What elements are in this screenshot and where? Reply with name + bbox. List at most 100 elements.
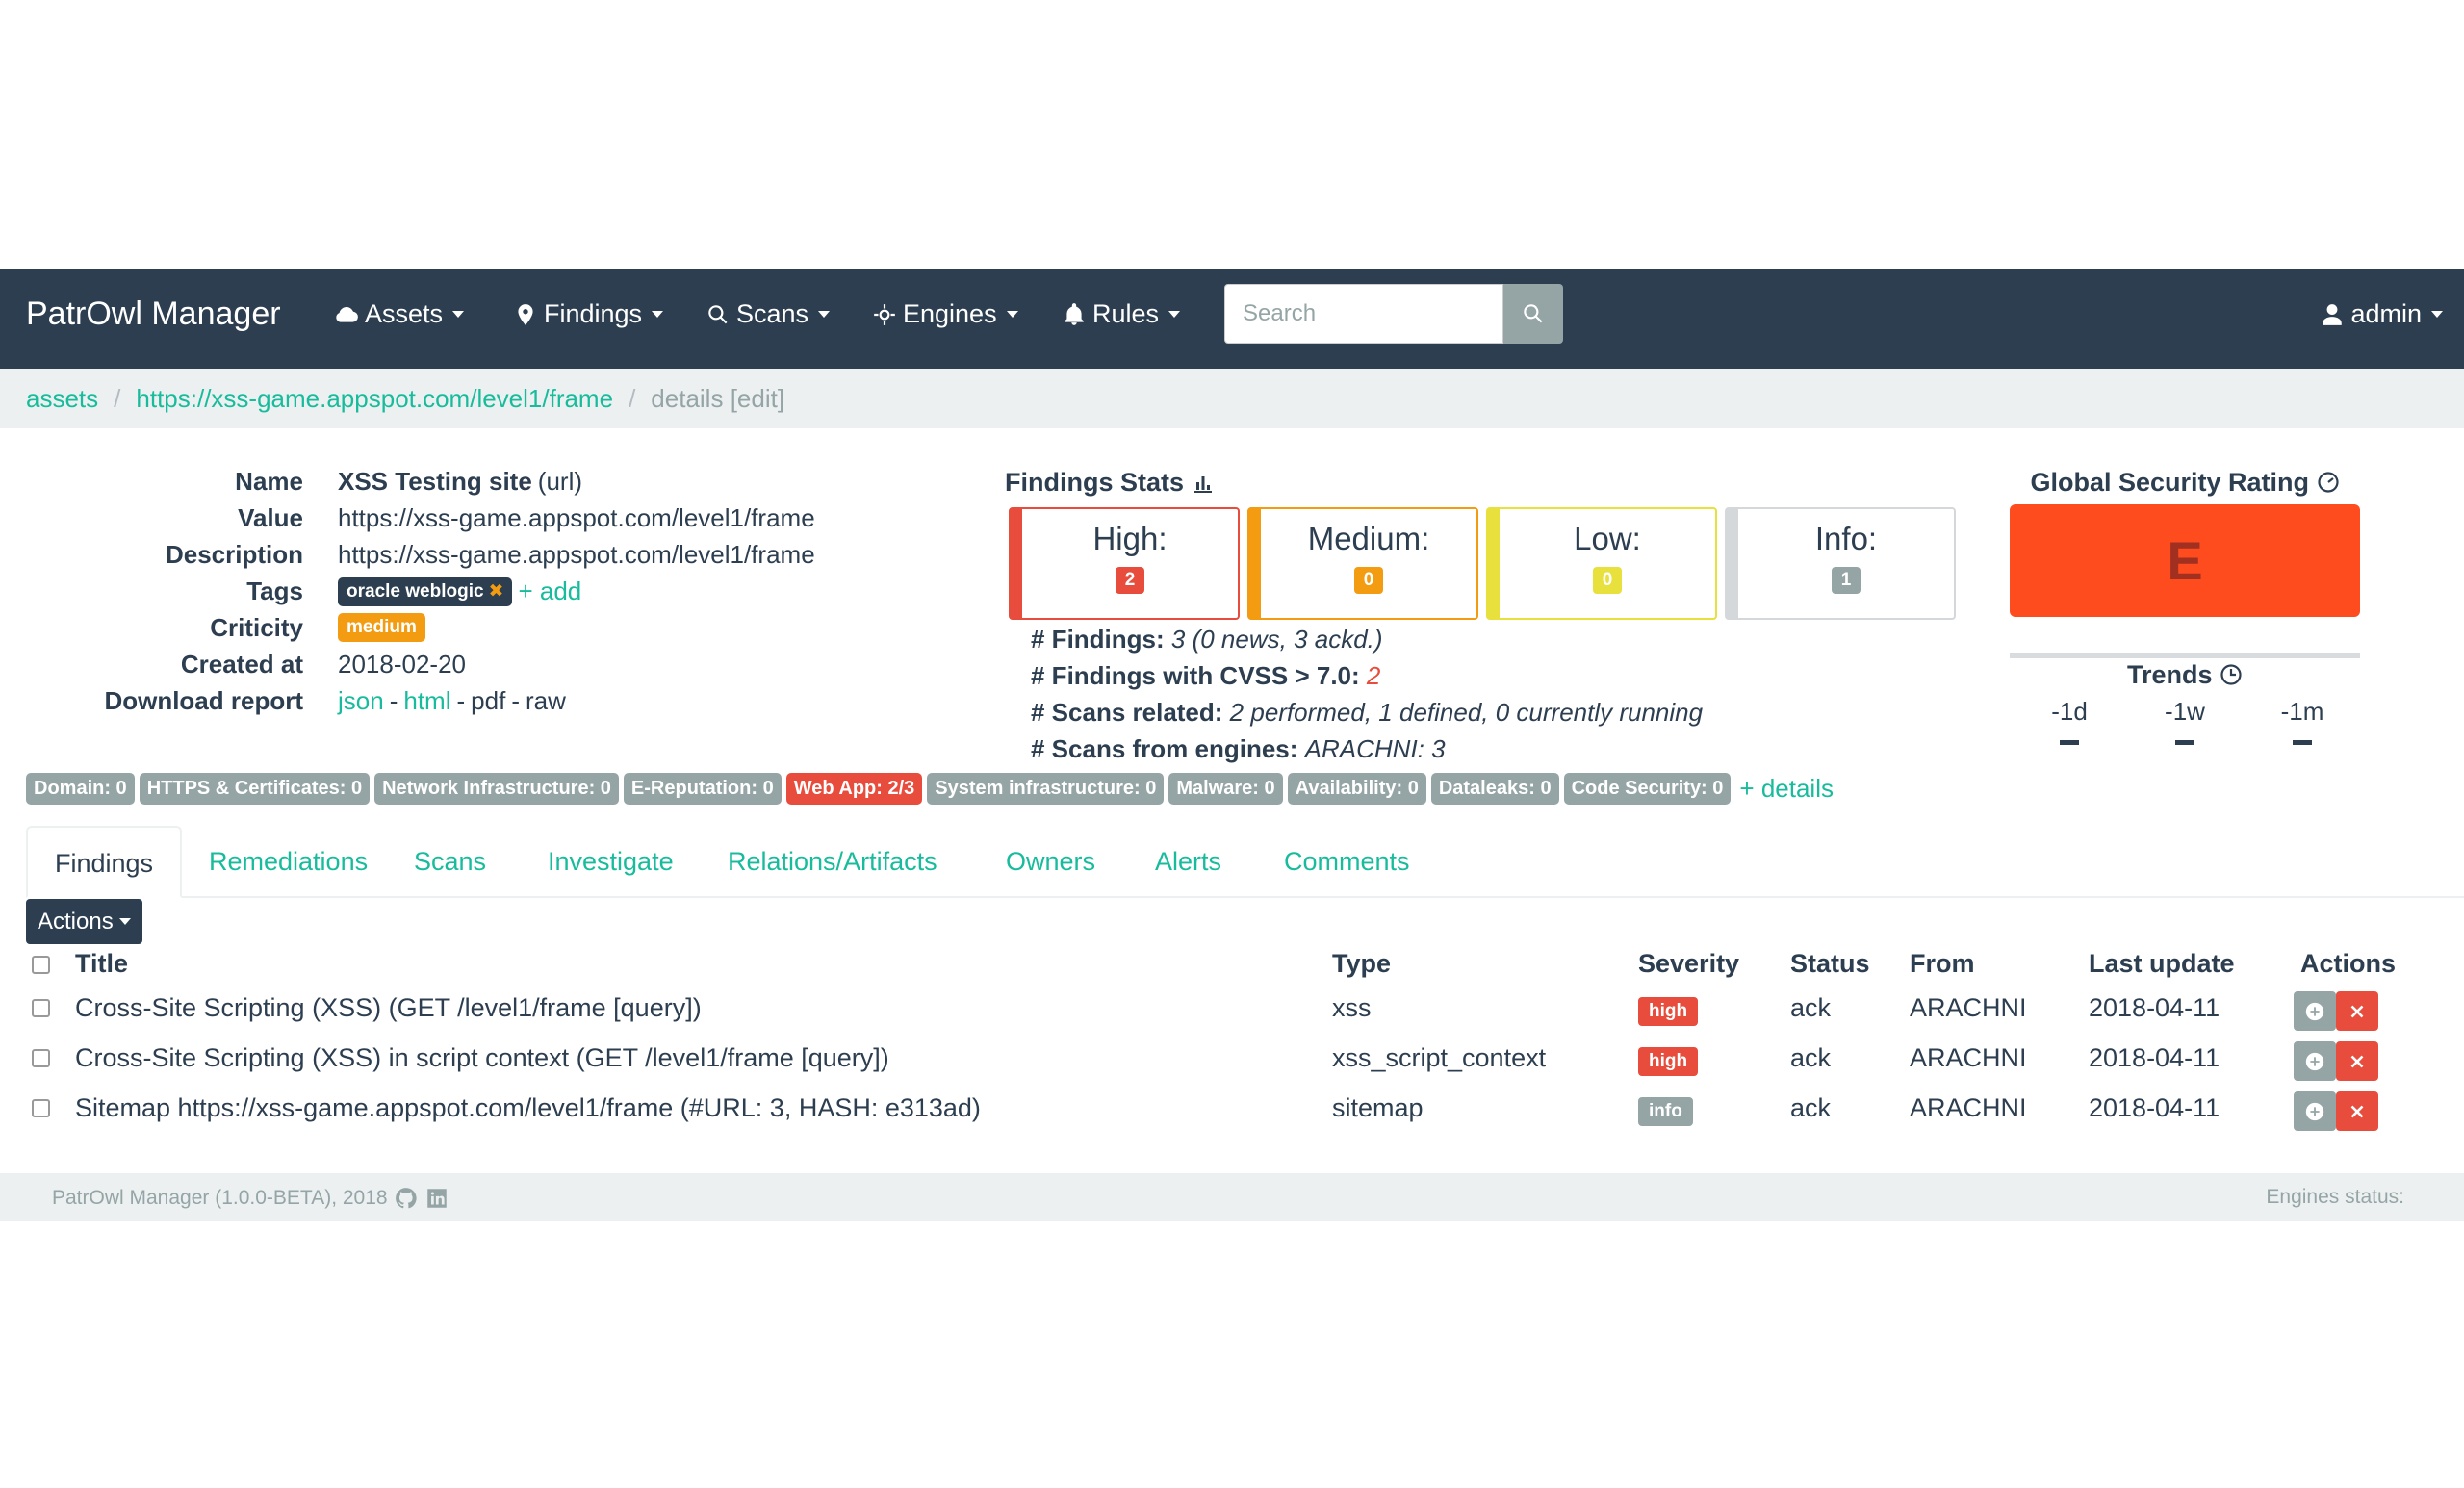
report-html-link[interactable]: html (403, 686, 450, 716)
caret-down-icon (1006, 311, 1018, 318)
tab-owners[interactable]: Owners (979, 826, 1122, 898)
tab-investigate[interactable]: Investigate (521, 826, 701, 898)
tab-findings[interactable]: Findings (26, 826, 183, 898)
footer: PatrOwl Manager (1.0.0-BETA), 2018 Engin… (0, 1173, 2464, 1221)
asset-created-at: 2018-02-20 (338, 650, 466, 679)
category-badge-codesecurity: Code Security: 0 (1563, 773, 1732, 805)
tag-label: oracle weblogic (346, 580, 484, 602)
delete-button[interactable] (2336, 991, 2378, 1031)
nav-assets[interactable]: Assets (334, 299, 465, 329)
nav-engines[interactable]: Engines (872, 299, 1018, 329)
asset-value: https://xss-game.appspot.com/level1/fram… (338, 503, 815, 532)
tag-remove-icon[interactable]: ✖ (489, 581, 504, 602)
user-icon (2323, 303, 2343, 325)
add-button[interactable] (2294, 1091, 2336, 1131)
add-button[interactable] (2294, 1041, 2336, 1081)
nav-scans-label: Scans (736, 299, 809, 328)
security-rating-grade: E (2010, 504, 2360, 617)
plus-circle-icon (2305, 1052, 2324, 1070)
caret-down-icon (2431, 311, 2443, 318)
engines-status: Engines status: (2266, 1186, 2404, 1208)
trend-label: -1m (2280, 697, 2324, 726)
nav-scans[interactable]: Scans (706, 299, 831, 329)
select-all-checkbox[interactable] (32, 956, 50, 974)
stat-box-medium[interactable]: Medium: 0 (1247, 507, 1478, 620)
stat-line-scans-engines: # Scans from engines: ARACHNI: 3 (1031, 734, 1446, 764)
finding-title-link[interactable]: Cross-Site Scripting (XSS) in script con… (75, 1043, 889, 1073)
nav-findings[interactable]: Findings (513, 299, 664, 329)
category-badge-malware: Malware: 0 (1168, 773, 1283, 805)
finding-title-link[interactable]: Sitemap https://xss-game.appspot.com/lev… (75, 1093, 981, 1123)
nav-rules-label: Rules (1092, 299, 1160, 328)
tab-alerts[interactable]: Alerts (1128, 826, 1248, 898)
stat-line-value: 2 performed, 1 defined, 0 currently runn… (1229, 698, 1704, 727)
row-checkbox[interactable] (32, 1099, 50, 1117)
header-status[interactable]: Status (1790, 949, 1870, 979)
actions-dropdown-button[interactable]: Actions (26, 899, 142, 944)
breadcrumb-asset-link[interactable]: https://xss-game.appspot.com/level1/fram… (136, 384, 613, 414)
add-button[interactable] (2294, 991, 2336, 1031)
delete-button[interactable] (2336, 1041, 2378, 1081)
close-icon (2350, 1055, 2364, 1067)
tab-relations-artifacts[interactable]: Relations/Artifacts (701, 826, 964, 898)
bar-chart-icon (1194, 475, 1213, 493)
report-raw-link[interactable]: raw (526, 686, 566, 716)
asset-tags-row: Tags oracle weblogic ✖ + add (0, 577, 962, 613)
stat-line-label: # Scans from engines: (1031, 734, 1298, 763)
trend-label: -1d (2051, 697, 2088, 726)
brand-logo[interactable]: PatrOwl Manager (26, 295, 281, 333)
finding-status: ack (1790, 1093, 1832, 1122)
asset-type: (url) (537, 467, 583, 496)
asset-criticity-row: Criticity medium (0, 613, 962, 650)
category-badge-webapp: Web App: 2/3 (785, 773, 923, 805)
header-from[interactable]: From (1910, 949, 1975, 979)
header-last-update[interactable]: Last update (2089, 949, 2235, 979)
trend-1m: -1m (2264, 697, 2341, 745)
close-icon (2350, 1105, 2364, 1117)
stat-line-cvss: # Findings with CVSS > 7.0: 2 (1031, 661, 1380, 691)
user-menu[interactable]: admin (2320, 299, 2443, 329)
categories-details-link[interactable]: + details (1739, 774, 1834, 804)
navbar: PatrOwl Manager Assets Findings Scans En… (0, 269, 2464, 369)
label-tags: Tags (246, 577, 303, 605)
breadcrumb: assets / https://xss-game.appspot.com/le… (0, 369, 2464, 428)
header-severity[interactable]: Severity (1638, 949, 1739, 979)
delete-button[interactable] (2336, 1091, 2378, 1131)
stat-box-high[interactable]: High: 2 (1009, 507, 1240, 620)
category-badge-availability: Availability: 0 (1287, 773, 1426, 805)
caret-down-icon (118, 918, 131, 925)
category-badge-dataleaks: Dataleaks: 0 (1430, 773, 1559, 805)
category-badge-https: HTTPS & Certificates: 0 (139, 773, 371, 805)
caret-down-icon (818, 311, 831, 318)
trends-title: Trends (2010, 660, 2360, 690)
search-input[interactable] (1224, 284, 1503, 344)
stat-box-low[interactable]: Low: 0 (1486, 507, 1717, 620)
breadcrumb-edit-link[interactable]: [edit] (731, 384, 784, 414)
tab-scans[interactable]: Scans (387, 826, 513, 898)
breadcrumb-assets-link[interactable]: assets (26, 384, 98, 414)
finding-status: ack (1790, 1043, 1832, 1072)
stat-label: Low: (1574, 521, 1641, 556)
user-name: admin (2350, 299, 2422, 328)
report-separator: - (511, 686, 520, 715)
search-form (1224, 284, 1563, 344)
header-type[interactable]: Type (1332, 949, 1391, 979)
github-icon[interactable] (394, 1186, 419, 1211)
nav-rules[interactable]: Rules (1062, 299, 1181, 329)
severity-badge: info (1638, 1097, 1693, 1126)
row-checkbox[interactable] (32, 999, 50, 1017)
finding-title-link[interactable]: Cross-Site Scripting (XSS) (GET /level1/… (75, 993, 702, 1023)
tab-comments[interactable]: Comments (1257, 826, 1437, 898)
search-button[interactable] (1503, 284, 1563, 344)
header-title[interactable]: Title (75, 949, 128, 979)
trend-value-dash (2060, 740, 2079, 745)
report-pdf-link[interactable]: pdf (471, 686, 505, 716)
label-description: Description (165, 540, 303, 569)
linkedin-icon[interactable] (424, 1186, 449, 1211)
tag-add-link[interactable]: + add (518, 577, 581, 606)
report-json-link[interactable]: json (338, 686, 384, 716)
stat-box-info[interactable]: Info: 1 (1725, 507, 1956, 620)
tab-remediations[interactable]: Remediations (182, 826, 395, 898)
row-checkbox[interactable] (32, 1049, 50, 1067)
crosshair-icon (874, 303, 895, 325)
